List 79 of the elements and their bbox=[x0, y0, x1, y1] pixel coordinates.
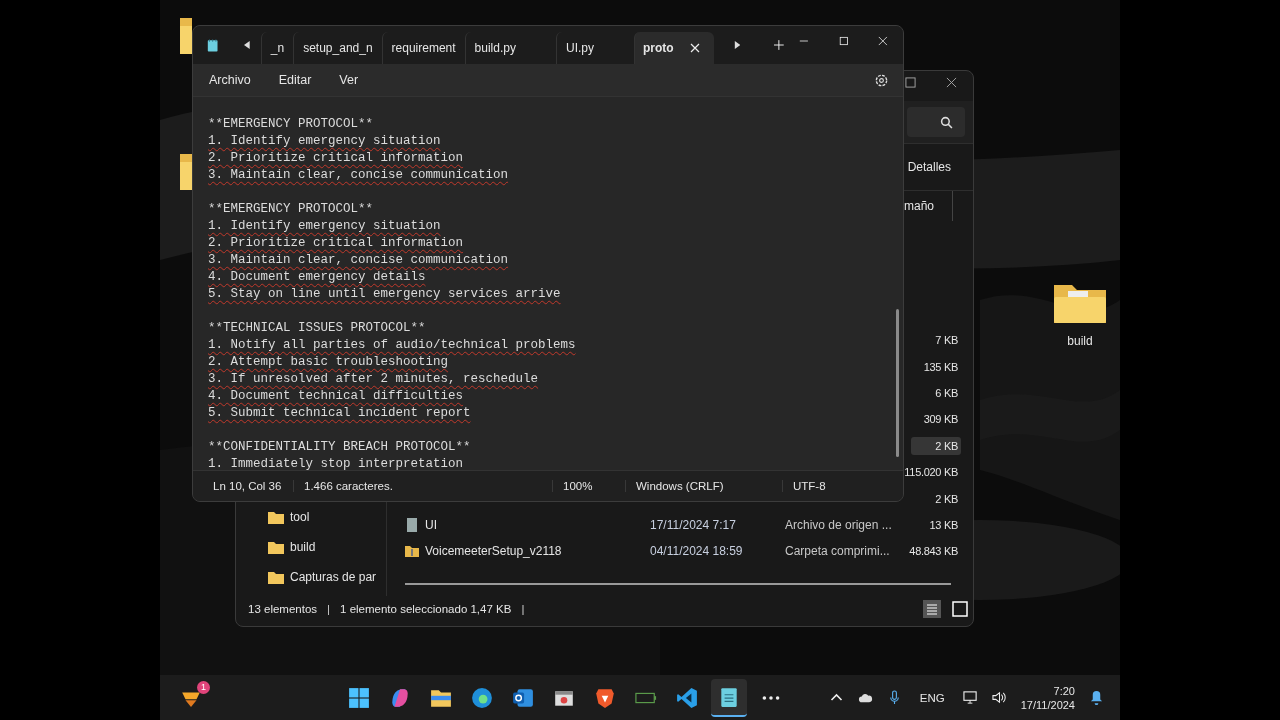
file-date: 17/11/2024 7:17 bbox=[650, 517, 737, 532]
nav-item[interactable]: Capturas de par bbox=[236, 562, 386, 592]
separator: | bbox=[327, 603, 331, 615]
text-line: **TECHNICAL ISSUES PROTOCOL** bbox=[208, 320, 426, 337]
status-text: 1 elemento seleccionado 1,47 KB bbox=[340, 603, 512, 615]
zoom-level: 100% bbox=[553, 480, 626, 492]
text-line: 5. Submit technical incident report bbox=[208, 405, 471, 422]
text-line: 1. Immediately stop interpretation bbox=[208, 456, 464, 470]
notepad-taskbar-button[interactable] bbox=[711, 678, 747, 717]
text-line: 4. Document emergency details bbox=[208, 269, 426, 286]
file-size[interactable]: 115.020 KB bbox=[902, 463, 961, 482]
separator: | bbox=[521, 603, 525, 615]
line-ending: Windows (CRLF) bbox=[626, 480, 783, 492]
file-size[interactable]: 135 KB bbox=[921, 357, 961, 376]
notepad-icon bbox=[207, 37, 219, 53]
file-size[interactable]: 6 KB bbox=[933, 383, 961, 402]
zip-folder-icon bbox=[405, 544, 419, 559]
status-text: 13 elementos bbox=[248, 603, 318, 615]
clock[interactable]: 7:20 17/11/2024 bbox=[1020, 683, 1075, 712]
text-line: **CONFIDENTIALITY BREACH PROTOCOL** bbox=[208, 439, 471, 456]
text-line: 1. Identify emergency situation bbox=[208, 133, 441, 150]
copilot-icon[interactable] bbox=[389, 686, 411, 709]
search-icon bbox=[940, 115, 953, 129]
text-line: **EMERGENCY PROTOCOL** bbox=[208, 201, 374, 218]
notepad-icon bbox=[720, 685, 738, 708]
monitor-icon[interactable] bbox=[962, 690, 978, 705]
details-view-icon[interactable] bbox=[923, 600, 941, 618]
menu-item[interactable]: Editar bbox=[274, 69, 316, 91]
file-size[interactable]: 7 KB bbox=[933, 331, 961, 350]
file-type: Archivo de origen ... bbox=[785, 517, 893, 532]
language-indicator[interactable]: ENG bbox=[919, 691, 945, 704]
scroll-right-icon[interactable] bbox=[733, 40, 741, 50]
text-line: 1. Identify emergency situation bbox=[208, 218, 441, 235]
nav-item[interactable]: tool bbox=[236, 502, 386, 532]
bell-icon[interactable] bbox=[1089, 690, 1104, 705]
shield-icon[interactable] bbox=[594, 686, 616, 709]
text-line: 3. Maintain clear, concise communication bbox=[208, 252, 509, 269]
file-size[interactable]: 2 KB bbox=[911, 436, 961, 455]
text-line: 4. Document technical difficulties bbox=[208, 388, 464, 405]
file-size[interactable]: 13 KB bbox=[927, 515, 961, 534]
mail-icon[interactable] bbox=[512, 686, 534, 709]
text-line: **EMERGENCY PROTOCOL** bbox=[208, 116, 374, 133]
tiles-view-icon[interactable] bbox=[951, 600, 969, 618]
new-tab-icon[interactable] bbox=[774, 39, 784, 51]
character-count: 1.466 caracteres. bbox=[294, 480, 553, 492]
file-type: Carpeta comprimi... bbox=[785, 544, 891, 559]
scroll-left-icon[interactable] bbox=[244, 40, 251, 50]
file-name: VoicemeeterSetup_v2118 bbox=[425, 544, 562, 559]
text-line: 2. Prioritize critical information bbox=[208, 150, 464, 167]
file-size[interactable]: 2 KB bbox=[933, 489, 961, 508]
text-line: 2. Prioritize critical information bbox=[208, 235, 464, 252]
file-name: UI bbox=[425, 517, 437, 532]
search-field[interactable] bbox=[907, 107, 965, 137]
file-date: 04/11/2024 18:59 bbox=[650, 544, 744, 559]
browser-icon[interactable] bbox=[471, 686, 493, 709]
close-icon[interactable] bbox=[946, 77, 957, 88]
settings-icon[interactable] bbox=[874, 72, 889, 88]
speaker-icon[interactable] bbox=[991, 690, 1007, 705]
menu-item[interactable]: Ver bbox=[335, 69, 363, 91]
code-editor-icon[interactable] bbox=[676, 686, 698, 709]
notification-badge: 1 bbox=[197, 680, 210, 694]
text-line: 3. Maintain clear, concise communication bbox=[208, 167, 509, 184]
details-view-button[interactable]: Detalles bbox=[901, 156, 957, 178]
cursor-position: Ln 10, Col 36 bbox=[193, 480, 294, 492]
text-line: 5. Stay on line until emergency services arrive bbox=[208, 286, 561, 303]
file-size[interactable]: 309 KB bbox=[921, 410, 961, 429]
text-line: 3. If unresolved after 2 minutes, reschedule bbox=[208, 371, 539, 388]
menu-item[interactable]: Archivo bbox=[205, 69, 255, 91]
text-line: 1. Notify all parties of audio/technical problems bbox=[208, 337, 576, 354]
file-icon bbox=[405, 517, 419, 532]
scrollbar[interactable] bbox=[896, 309, 899, 457]
desktop-icon-label[interactable]: build bbox=[1067, 334, 1093, 348]
column-header[interactable]: maño bbox=[903, 199, 934, 213]
start-icon[interactable] bbox=[348, 686, 370, 709]
tab[interactable]: proto bbox=[634, 32, 714, 64]
text-line: 2. Attempt basic troubleshooting bbox=[208, 354, 449, 371]
encoding: UTF-8 bbox=[792, 480, 827, 492]
nav-item[interactable]: build bbox=[236, 532, 386, 562]
file-size[interactable]: 48.843 KB bbox=[907, 542, 961, 561]
